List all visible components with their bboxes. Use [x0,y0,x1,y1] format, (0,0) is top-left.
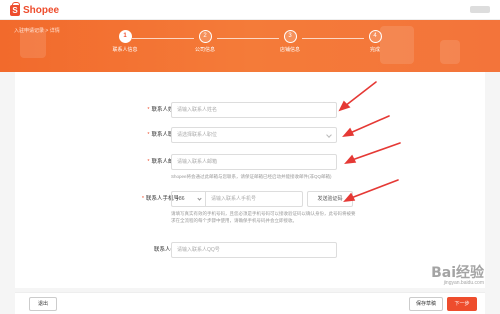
step-label: 完成 [369,47,380,53]
decorative-bag-icon [440,40,460,64]
step-number: 3 [283,30,297,43]
user-account-blurred[interactable] [470,6,490,13]
contact-name-input[interactable]: 请输入联系人姓名 [171,102,337,118]
send-code-button[interactable]: 发送验证码 [307,191,353,207]
progress-steps: 1 联系人信息 2 公司信息 3 店铺信息 4 完成 [100,30,400,60]
save-draft-button[interactable]: 保存草稿 [409,297,443,311]
step-number: 2 [198,30,212,43]
contact-form-card: * 联系人姓名 请输入联系人姓名 * 联系人职位 请选择联系人职位 * 联系人邮箱 请… [15,72,485,288]
chevron-down-icon [326,132,332,138]
next-step-button[interactable]: 下一步 [447,297,477,311]
contact-position-select[interactable]: 请选择联系人职位 [171,127,337,143]
step-complete: 4 完成 [350,30,400,53]
field-label: * 联系人手机号 [141,196,179,202]
contact-email-input[interactable]: 请输入联系人邮箱 [171,154,337,170]
step-label: 公司信息 [194,47,215,53]
phone-hint: 请填写真实有效的手机号码，且您必须是手机号码可以接收验证码以确认身份，此号码将被… [171,211,356,223]
step-label: 联系人信息 [112,47,138,53]
step-company-info: 2 公司信息 [180,30,230,53]
email-hint: Shopee将会通过此邮箱与您联系，请保证邮箱已经启动并能接收邮件(非QQ邮箱) [171,174,332,179]
field-label: * 联系人职位 [147,132,179,138]
breadcrumb[interactable]: 入驻申请记录 > 详情 [14,27,60,34]
footer-bar: 退出 保存草稿 下一步 [15,292,485,314]
step-shop-info: 3 店铺信息 [265,30,315,53]
field-label: * 联系人邮箱 [147,159,179,165]
chevron-down-icon [197,196,202,201]
country-code-select[interactable]: +86 [171,191,205,207]
step-number: 1 [118,30,132,43]
step-contact-info: 1 联系人信息 [100,30,150,53]
field-label: 联系人QQ [153,247,179,253]
top-bar: S Shopee [0,0,500,20]
watermark-url: jingyan.baidu.com [443,280,484,286]
contact-qq-input[interactable]: 请输入联系人QQ号 [171,242,337,258]
watermark-logo: Bai经验 [431,265,484,281]
exit-button[interactable]: 退出 [29,297,57,311]
app-name: Shopee [23,4,60,16]
step-label: 店铺信息 [279,47,300,53]
shopee-bag-icon: S [10,1,20,16]
contact-phone-input[interactable]: 请输入联系人手机号 [205,191,303,207]
shopee-logo[interactable]: S Shopee [10,1,60,16]
field-label: * 联系人姓名 [147,107,179,113]
step-number: 4 [368,30,382,43]
